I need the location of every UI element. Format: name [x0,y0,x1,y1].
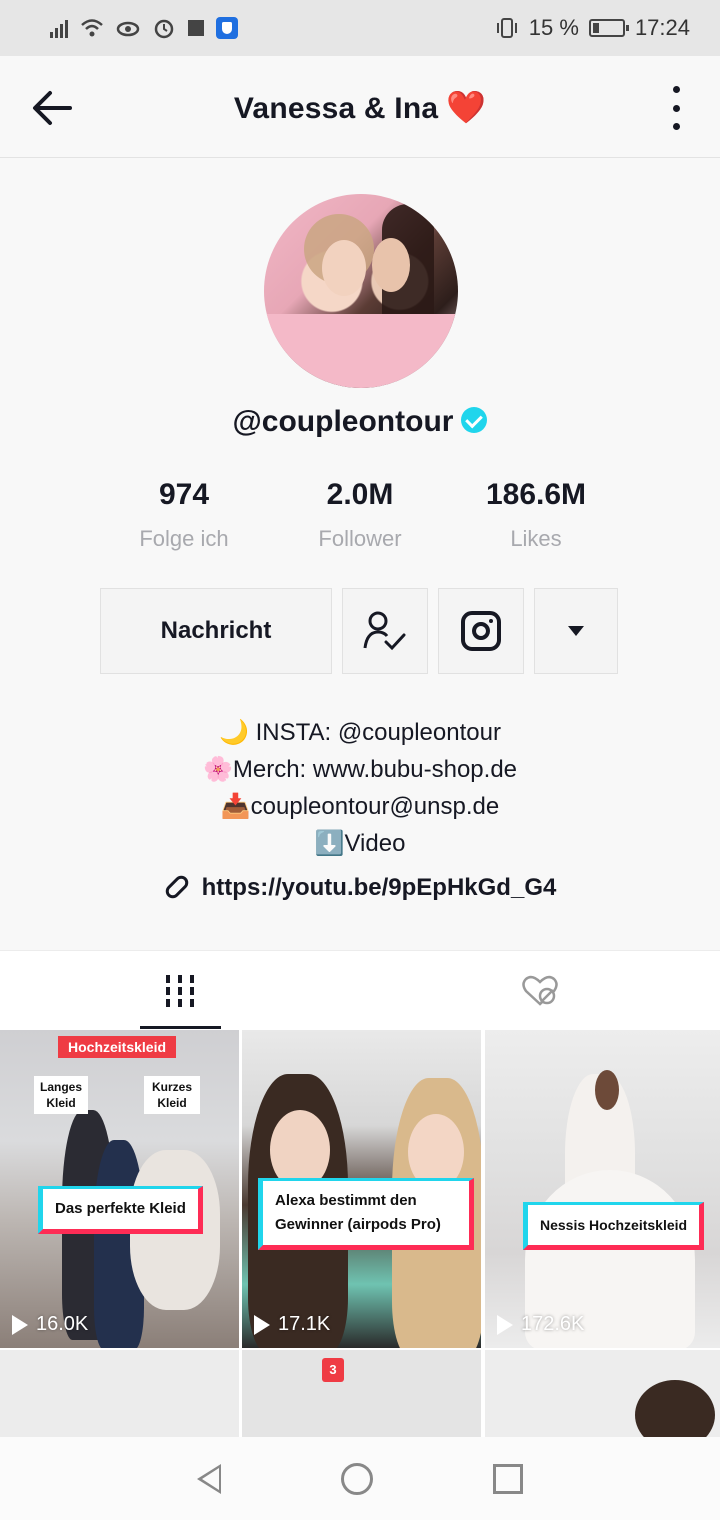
kebab-menu-icon[interactable] [670,86,682,130]
bio-line: 📥coupleontour@unsp.de [220,793,500,820]
tab-videos[interactable] [0,951,360,1031]
pinned-badge: 3 [322,1358,344,1382]
clock: 17:24 [634,15,690,40]
title-text: Vanessa & Ina [233,91,439,125]
suggested-dropdown-button[interactable] [534,588,618,674]
bio-line: ⬇️Video [314,830,406,857]
alarm-icon [154,19,174,39]
vibrate-icon [496,18,517,38]
video-thumbnail[interactable]: 3 [242,1350,481,1437]
stat-following[interactable]: 974 Folge ich [96,478,272,552]
video-thumbnail[interactable]: Alexa bestimmt den Gewinner (airpods Pro… [242,1030,481,1348]
video-tag: Kurzes Kleid [144,1076,200,1114]
status-icons-left [50,17,238,39]
stat-value: 974 [158,478,210,511]
video-red-tag: Hochzeitskleid [58,1036,177,1058]
view-count: 17.1K [254,1313,330,1336]
message-button[interactable]: Nachricht [100,588,332,674]
stat-followers[interactable]: 2.0M Follower [272,478,448,552]
stat-label: Likes [510,526,562,551]
video-thumbnail[interactable] [485,1350,720,1437]
stat-value: 186.6M [485,478,587,511]
profile-actions: Nachricht [100,588,618,674]
video-caption: Alexa bestimmt den Gewinner (airpods Pro… [258,1178,474,1250]
view-count-text: 172.6K [521,1313,585,1335]
profile-stats: 974 Folge ich 2.0M Follower 186.6M Likes [0,478,720,552]
username: @coupleontour [0,405,720,439]
status-bar: 15 % 17:24 [0,0,720,56]
heart-emoji: ❤️ [446,88,487,125]
battery-icon [588,19,629,37]
hidden-heart-icon [522,975,558,1006]
video-caption: Das perfekte Kleid [38,1186,203,1234]
page-title: Vanessa & Ina ❤️ [234,88,486,126]
arrow-left-icon[interactable] [30,88,74,128]
user-check-icon [363,611,406,651]
shield-app-icon [216,17,238,39]
play-icon [12,1314,28,1335]
video-tag: Langes Kleid [34,1076,88,1114]
profile-header: Vanessa & Ina ❤️ [0,56,720,158]
video-thumbnail[interactable]: Hochzeitskleid Langes Kleid Kurzes Kleid… [0,1030,239,1348]
status-icons-right: 15 % 17:24 [495,15,690,41]
stop-icon [188,20,204,36]
nav-recents-icon[interactable] [493,1463,523,1494]
link-icon [162,872,191,901]
instagram-icon [461,611,501,651]
play-icon [254,1314,270,1335]
caption-line: Gewinner (airpods Pro) [275,1216,441,1233]
video-thumbnail[interactable]: Nessis Hochzeitskleid 172.6K [485,1030,720,1348]
battery-percent: 15 % [528,15,579,40]
verified-badge-icon [461,407,488,434]
active-tab-indicator [140,1026,221,1029]
caption-line: Alexa bestimmt den [275,1192,417,1209]
video-grid: Hochzeitskleid Langes Kleid Kurzes Kleid… [0,1030,720,1437]
content-tabs [0,950,720,1030]
following-button[interactable] [342,588,428,674]
username-text: @coupleontour [232,405,454,438]
nav-home-icon[interactable] [341,1462,373,1495]
video-thumbnail[interactable] [0,1350,239,1437]
stat-likes[interactable]: 186.6M Likes [448,478,624,552]
bio: 🌙 INSTA: @coupleontour 🌸Merch: www.bubu-… [0,714,720,862]
nav-back-icon[interactable] [197,1463,221,1494]
stat-label: Folge ich [139,526,229,551]
bio-link[interactable]: https://youtu.be/9pEpHkGd_G4 [0,872,720,902]
bio-link-text: https://youtu.be/9pEpHkGd_G4 [201,874,557,901]
stat-value: 2.0M [326,478,394,511]
stat-label: Follower [318,526,402,551]
bio-line: 🌸Merch: www.bubu-shop.de [202,756,518,783]
tab-liked[interactable] [360,951,720,1031]
instagram-button[interactable] [438,588,524,674]
view-count-text: 17.1K [278,1313,331,1335]
bio-line: 🌙 INSTA: @coupleontour [219,719,501,746]
eye-icon [116,21,140,37]
system-navigation-bar [0,1437,720,1520]
avatar[interactable] [264,194,458,388]
view-count: 172.6K [497,1313,584,1336]
view-count: 16.0K [12,1313,88,1336]
video-caption: Nessis Hochzeitskleid [523,1202,705,1250]
caret-down-icon [568,626,584,636]
grid-icon [166,975,194,1007]
signal-icon [50,18,68,38]
view-count-text: 16.0K [36,1313,89,1335]
wifi-icon [81,19,103,37]
play-icon [497,1314,513,1335]
